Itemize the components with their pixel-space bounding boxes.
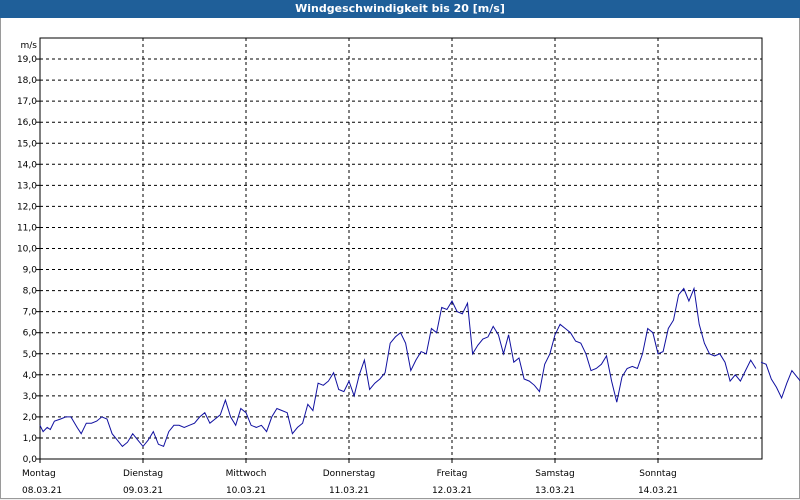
y-tick-label: 12,0: [17, 202, 37, 212]
y-tick-label: 2,0: [23, 413, 38, 423]
y-tick-label: 17,0: [17, 97, 37, 107]
y-tick-label: 9,0: [23, 266, 38, 276]
y-tick-label: 4,0: [23, 371, 38, 381]
y-tick-label: 19,0: [17, 55, 37, 65]
y-tick-label: 14,0: [17, 160, 37, 170]
y-tick-label: 10,0: [17, 245, 37, 255]
y-tick-label: 5,0: [23, 350, 38, 360]
y-tick-label: 11,0: [17, 223, 37, 233]
x-tick-date-label: 14.03.21: [638, 486, 678, 496]
wind-speed-chart: m/s 0,0 1,0 2,0 3,0 4,0 5,0 6,0 7,0 8,0 9,0 10,0 11…: [17, 37, 800, 496]
x-tick-date-label: 12.03.21: [432, 486, 472, 496]
x-tick-date-label: 11.03.21: [329, 486, 369, 496]
wind-speed-series-line: [760, 361, 800, 400]
y-tick-label: 7,0: [23, 308, 38, 318]
x-tick-day-label: Montag: [22, 469, 56, 479]
y-tick-label: 0,0: [23, 455, 38, 465]
y-tick-label: 13,0: [17, 181, 37, 191]
y-tick-label: 1,0: [23, 434, 38, 444]
x-tick-date-label: 09.03.21: [123, 486, 163, 496]
x-tick-day-label: Dienstag: [123, 469, 163, 479]
x-tick-date-label: 08.03.21: [22, 486, 62, 496]
x-tick-day-label: Freitag: [437, 469, 468, 479]
x-tick-date-label: 10.03.21: [226, 486, 266, 496]
x-tick-day-label: Mittwoch: [226, 469, 267, 479]
y-axis-unit-label: m/s: [21, 41, 38, 51]
y-tick-label: 3,0: [23, 392, 38, 402]
y-tick-label: 8,0: [23, 287, 38, 297]
y-tick-label: 16,0: [17, 118, 37, 128]
y-tick-label: 18,0: [17, 76, 37, 86]
x-tick-day-label: Samstag: [535, 469, 574, 479]
x-tick-date-label: 13.03.21: [535, 486, 575, 496]
x-tick-day-label: Donnerstag: [323, 469, 376, 479]
x-tick-day-label: Sonntag: [639, 469, 676, 479]
y-tick-label: 15,0: [17, 139, 37, 149]
y-tick-label: 6,0: [23, 329, 38, 339]
